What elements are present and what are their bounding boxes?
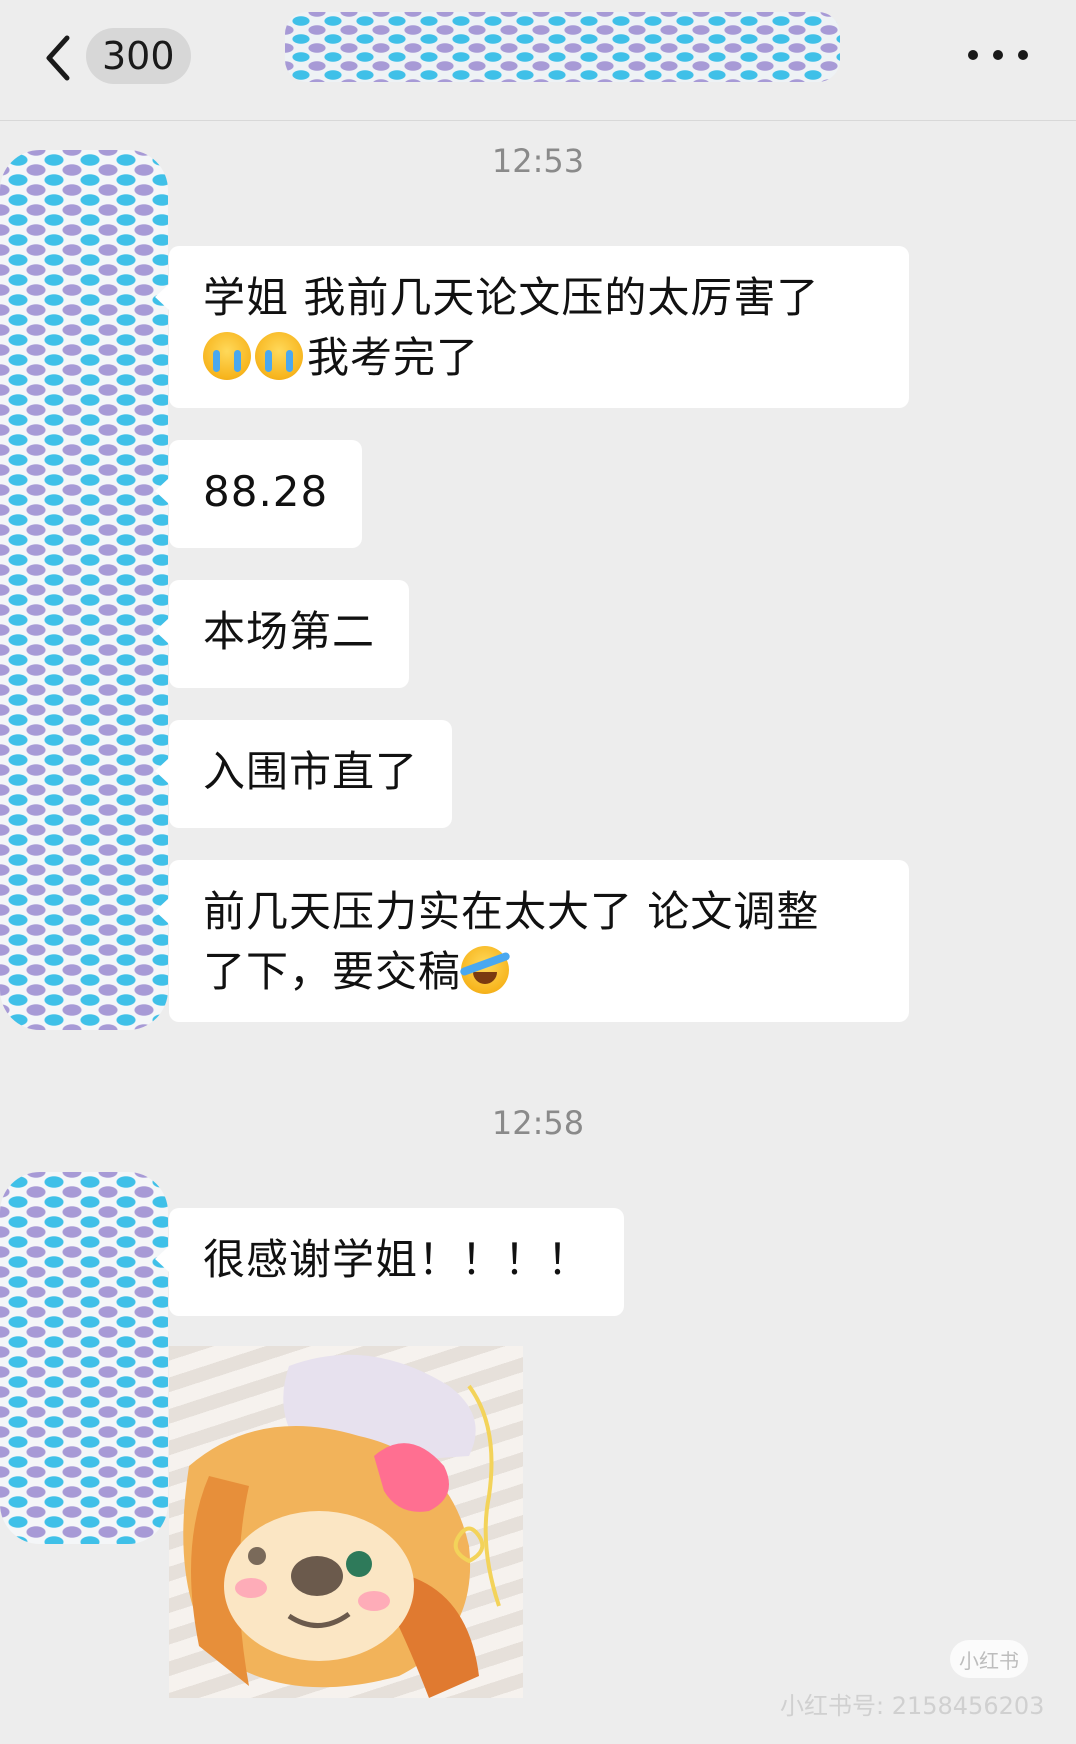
plush-bear-illustration bbox=[183, 1354, 501, 1698]
message-text: 88.28 bbox=[203, 467, 329, 516]
message-bubble[interactable]: 88.28 bbox=[154, 440, 363, 548]
message-text: 本场第二 bbox=[203, 607, 376, 656]
watermark-id: 小红书号: 2158456203 bbox=[780, 1692, 1045, 1720]
dot-icon bbox=[993, 50, 1003, 60]
redacted-sender-avatar[interactable] bbox=[0, 150, 168, 1030]
chat-header: 300 bbox=[0, 0, 1076, 121]
message-text: 了下，要交稿 bbox=[203, 947, 462, 996]
loudly-crying-face-icon bbox=[255, 332, 303, 380]
chevron-left-icon bbox=[46, 35, 70, 81]
message-text: 学姐 我前几天论文压的太厉害了 bbox=[203, 273, 820, 322]
message-bubble[interactable]: 本场第二 bbox=[154, 580, 410, 688]
message-text-line: 我考完了 bbox=[203, 328, 875, 388]
message-bubble[interactable]: 很感谢学姐！！！！ bbox=[154, 1208, 625, 1316]
dot-icon bbox=[1018, 50, 1028, 60]
message-bubble[interactable]: 前几天压力实在太大了 论文调整 了下，要交稿 bbox=[155, 860, 909, 1022]
message-text: 前几天压力实在太大了 论文调整 bbox=[203, 887, 820, 936]
message-text-line: 了下，要交稿 bbox=[203, 942, 875, 1002]
message-text: 很感谢学姐！！！！ bbox=[203, 1235, 591, 1284]
back-button[interactable] bbox=[38, 26, 78, 90]
more-options-button[interactable] bbox=[968, 40, 1028, 70]
dot-icon bbox=[968, 50, 978, 60]
message-timestamp: 12:58 bbox=[491, 1104, 585, 1142]
watermark-logo: 小红书 bbox=[950, 1640, 1028, 1678]
message-text: 入围市直了 bbox=[203, 747, 419, 796]
redacted-chat-title bbox=[285, 12, 840, 82]
redacted-sender-avatar[interactable] bbox=[0, 1172, 168, 1544]
message-bubble[interactable]: 入围市直了 bbox=[154, 720, 453, 828]
face-with-tears-of-joy-icon bbox=[461, 946, 510, 994]
plush-bear-sticker-image[interactable] bbox=[169, 1346, 523, 1698]
loudly-crying-face-icon bbox=[203, 332, 251, 380]
message-text: 我考完了 bbox=[307, 333, 480, 382]
unread-count-badge[interactable]: 300 bbox=[86, 28, 191, 84]
message-bubble[interactable]: 学姐 我前几天论文压的太厉害了 我考完了 bbox=[155, 246, 909, 408]
